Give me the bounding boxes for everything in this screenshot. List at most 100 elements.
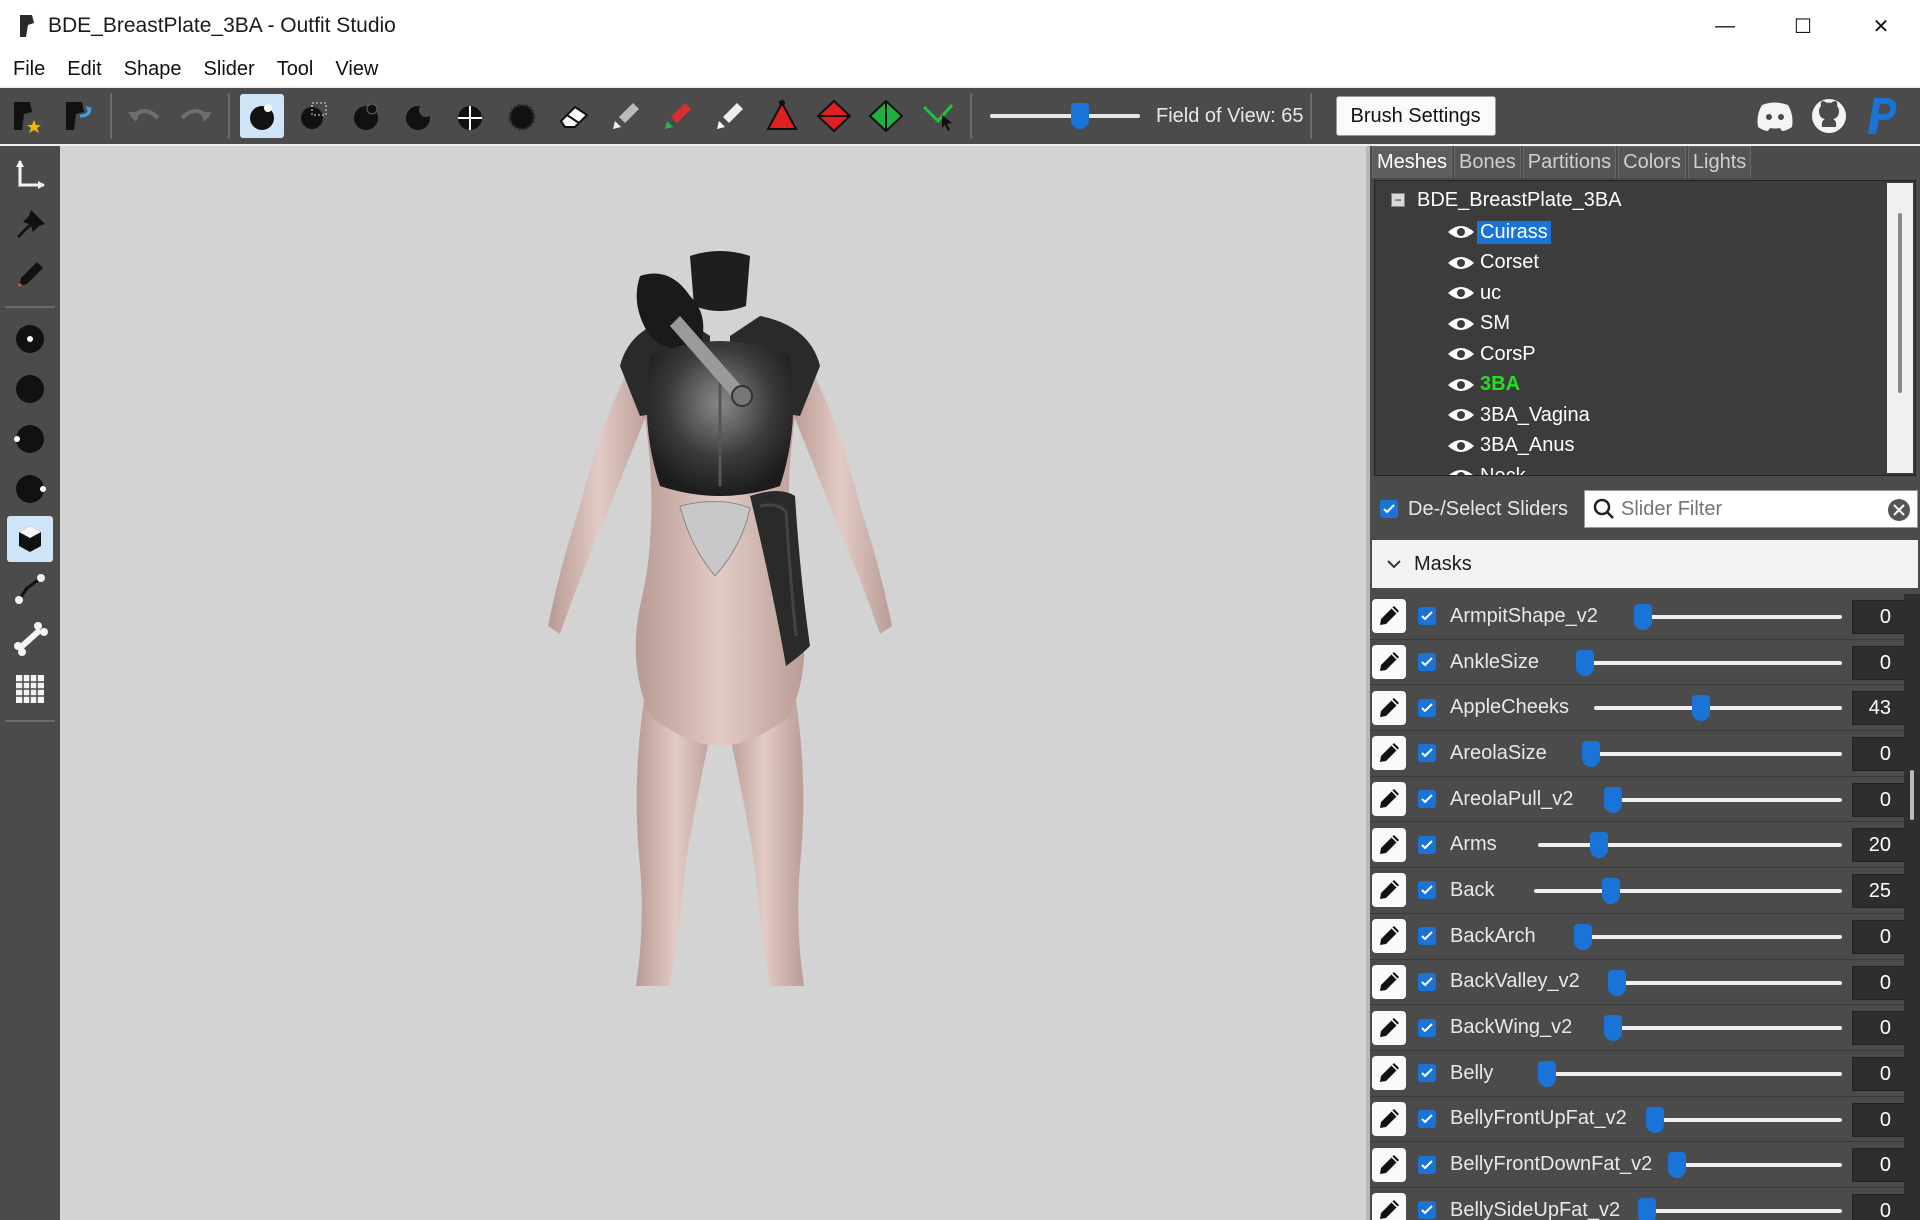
slider-track[interactable] xyxy=(1634,615,1842,619)
edit-slider-button[interactable] xyxy=(1372,1010,1406,1045)
slider-track[interactable] xyxy=(1594,706,1842,711)
slider-value-field[interactable]: 0 xyxy=(1852,737,1912,772)
tab-bones[interactable]: Bones xyxy=(1454,146,1521,178)
tab-meshes[interactable]: Meshes xyxy=(1372,146,1453,178)
edit-slider-button[interactable] xyxy=(1372,873,1406,908)
slider-checkbox[interactable] xyxy=(1418,1201,1436,1220)
tab-lights[interactable]: Lights xyxy=(1687,146,1752,178)
mesh-item[interactable]: 3BA_Anus xyxy=(1447,431,1593,462)
edit-slider-button[interactable] xyxy=(1372,599,1406,634)
slider-value-field[interactable]: 43 xyxy=(1852,691,1912,726)
slider-value-field[interactable]: 0 xyxy=(1852,782,1912,817)
undo-button[interactable] xyxy=(122,94,166,138)
slider-value-field[interactable]: 25 xyxy=(1852,874,1912,909)
slider-track[interactable] xyxy=(1576,660,1842,665)
menu-slider[interactable]: Slider xyxy=(195,58,264,81)
show-edges-button[interactable] xyxy=(7,566,53,612)
slider-track[interactable] xyxy=(1604,797,1842,802)
mesh-item[interactable]: 3BA xyxy=(1447,370,1593,401)
slider-checkbox[interactable] xyxy=(1418,1109,1436,1128)
edit-slider-button[interactable] xyxy=(1372,1147,1406,1182)
weight-brush-button[interactable] xyxy=(604,94,648,138)
edit-slider-button[interactable] xyxy=(1372,919,1406,954)
mesh-item[interactable]: CorsP xyxy=(1447,339,1593,370)
visibility-eye-icon[interactable] xyxy=(1447,284,1475,302)
slider-track[interactable] xyxy=(1608,980,1842,985)
slider-track[interactable] xyxy=(1582,752,1842,757)
mesh-item[interactable]: uc xyxy=(1447,278,1593,309)
edit-slider-button[interactable] xyxy=(1372,690,1406,725)
paypal-button[interactable] xyxy=(1861,94,1905,138)
load-outfit-button[interactable] xyxy=(56,94,100,138)
slider-thumb[interactable] xyxy=(1634,604,1652,630)
slider-thumb[interactable] xyxy=(1608,969,1626,996)
slider-thumb[interactable] xyxy=(1602,878,1620,905)
fov-slider-thumb[interactable] xyxy=(1070,103,1089,129)
slider-list-scroll-thumb[interactable] xyxy=(1910,770,1914,820)
slider-track[interactable] xyxy=(1668,1163,1842,1168)
slider-value-field[interactable]: 0 xyxy=(1852,1102,1912,1137)
slider-checkbox[interactable] xyxy=(1418,1064,1436,1083)
slider-value-field[interactable]: 20 xyxy=(1852,828,1912,863)
alpha-brush-button[interactable] xyxy=(708,94,752,138)
move-brush-button[interactable] xyxy=(448,94,492,138)
slider-track[interactable] xyxy=(1646,1117,1842,1122)
slider-thumb[interactable] xyxy=(1538,1060,1556,1087)
slider-checkbox[interactable] xyxy=(1418,653,1436,672)
slider-track[interactable] xyxy=(1604,1026,1842,1031)
visibility-eye-icon[interactable] xyxy=(1447,254,1475,272)
minimize-button[interactable]: — xyxy=(1686,0,1764,52)
visibility-eye-icon[interactable] xyxy=(1447,376,1475,394)
edit-slider-button[interactable] xyxy=(1372,964,1406,999)
tab-partitions[interactable]: Partitions xyxy=(1522,146,1617,178)
masks-section-header[interactable]: Masks xyxy=(1372,540,1918,588)
smooth-brush-button[interactable] xyxy=(500,94,544,138)
slider-value-field[interactable]: 0 xyxy=(1852,645,1912,680)
slider-thumb[interactable] xyxy=(1604,1015,1622,1042)
color-brush-button[interactable] xyxy=(656,94,700,138)
slider-track[interactable] xyxy=(1538,843,1842,848)
mesh-tree-scroll-thumb[interactable] xyxy=(1898,213,1902,393)
slider-thumb[interactable] xyxy=(1576,649,1594,676)
menu-shape[interactable]: Shape xyxy=(115,58,191,81)
show-bones-button[interactable] xyxy=(7,616,53,662)
mesh-item[interactable]: SM xyxy=(1447,309,1593,340)
discord-button[interactable] xyxy=(1753,94,1797,138)
slider-value-field[interactable]: 0 xyxy=(1852,1056,1912,1091)
slider-value-field[interactable]: 0 xyxy=(1852,1011,1912,1046)
edit-slider-button[interactable] xyxy=(1372,1101,1406,1136)
slider-track[interactable] xyxy=(1534,889,1842,894)
slider-thumb[interactable] xyxy=(1691,695,1710,722)
slider-checkbox[interactable] xyxy=(1418,881,1436,900)
slider-checkbox[interactable] xyxy=(1418,698,1436,717)
slider-thumb[interactable] xyxy=(1638,1197,1656,1220)
mesh-tree-scrollbar[interactable] xyxy=(1887,183,1913,473)
mesh-tree-root[interactable]: − BDE_BreastPlate_3BA xyxy=(1391,187,1622,213)
slider-checkbox[interactable] xyxy=(1418,835,1436,854)
mesh-item[interactable]: Neck xyxy=(1447,461,1593,476)
collapse-toggle-icon[interactable]: − xyxy=(1391,193,1405,207)
deflate-brush-button[interactable] xyxy=(396,94,440,138)
edit-slider-button[interactable] xyxy=(1372,782,1406,817)
maximize-button[interactable]: ☐ xyxy=(1764,0,1842,52)
slider-checkbox[interactable] xyxy=(1418,927,1436,946)
slider-thumb[interactable] xyxy=(1582,741,1600,768)
visibility-eye-icon[interactable] xyxy=(1447,315,1475,333)
slider-thumb[interactable] xyxy=(1604,786,1622,813)
slider-value-field[interactable]: 0 xyxy=(1852,1148,1912,1183)
inflate-brush-button[interactable] xyxy=(344,94,388,138)
edit-slider-button[interactable] xyxy=(1372,736,1406,771)
vertex-edit-button[interactable] xyxy=(7,252,53,298)
visibility-eye-icon[interactable] xyxy=(1447,467,1475,476)
collapse-vertex-button[interactable] xyxy=(760,94,804,138)
slider-checkbox[interactable] xyxy=(1418,744,1436,763)
slider-track[interactable] xyxy=(1638,1208,1842,1213)
new-project-button[interactable] xyxy=(4,94,48,138)
slider-thumb[interactable] xyxy=(1646,1106,1664,1133)
slider-track[interactable] xyxy=(1574,934,1842,939)
transform-tool-button[interactable] xyxy=(7,152,53,198)
menu-view[interactable]: View xyxy=(326,58,387,81)
slider-checkbox[interactable] xyxy=(1418,1155,1436,1174)
move-vertex-button[interactable] xyxy=(916,94,960,138)
mesh-item[interactable]: 3BA_Vagina xyxy=(1447,400,1593,431)
